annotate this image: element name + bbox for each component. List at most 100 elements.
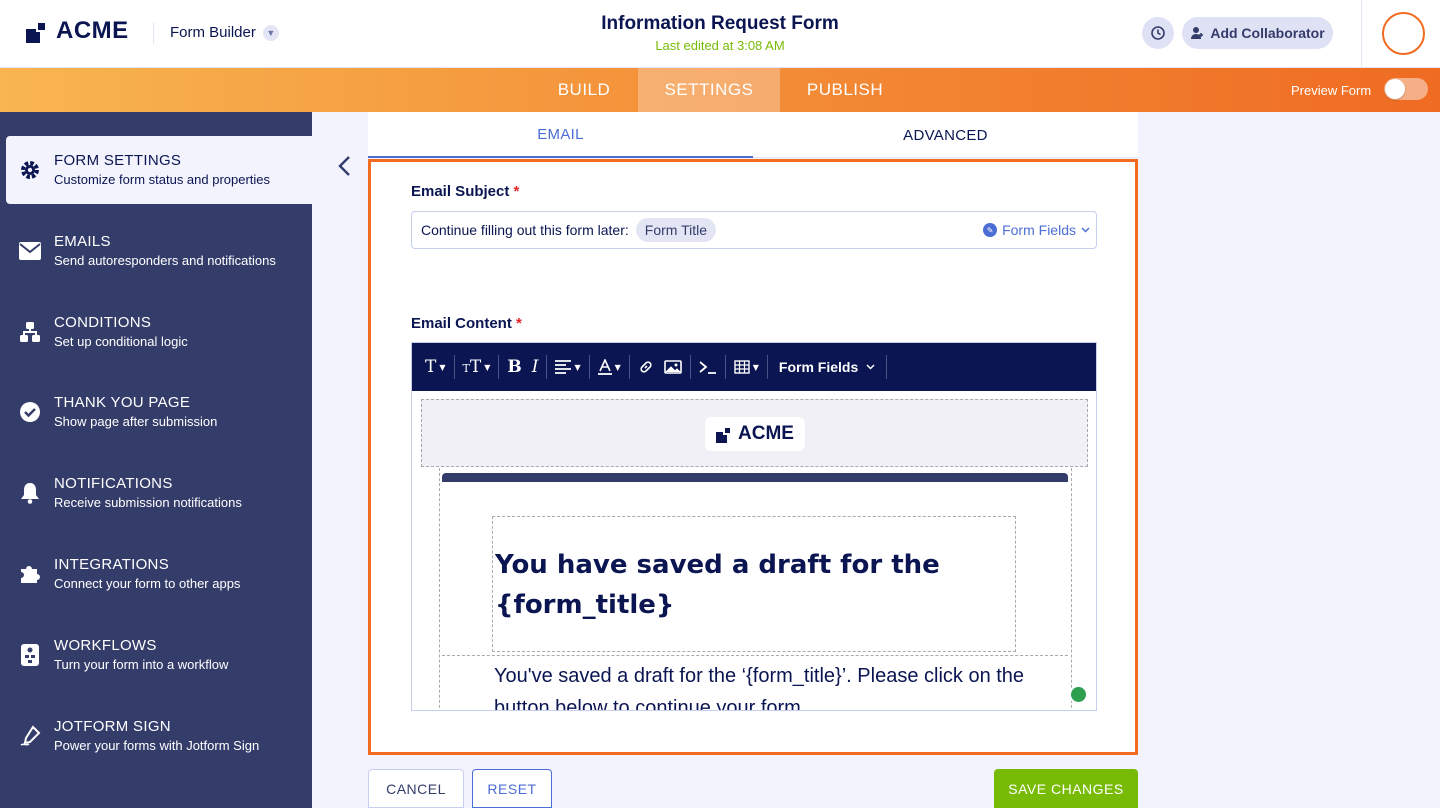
text-size-icon: TT [462, 357, 482, 377]
last-edited-status: Last edited at 3:08 AM [655, 38, 785, 53]
preview-form-toggle[interactable] [1384, 78, 1428, 100]
chevron-left-icon [338, 156, 350, 176]
collapse-sidebar-button[interactable] [330, 152, 358, 180]
sidebar-item-thank-you-page[interactable]: THANK YOU PAGE Show page after submissio… [6, 378, 312, 446]
gear-icon [18, 158, 42, 182]
chevron-down-icon [866, 364, 875, 370]
sidebar-item-notifications[interactable]: NOTIFICATIONS Receive submission notific… [6, 459, 312, 527]
form-title-tag[interactable]: Form Title [635, 218, 716, 242]
tab-settings[interactable]: SETTINGS [638, 68, 780, 112]
email-logo: ACME [705, 417, 805, 451]
pen-sign-icon [18, 724, 42, 748]
font-size-button[interactable]: TT ▼ [458, 343, 496, 391]
sidebar-item-subtitle: Power your forms with Jotform Sign [54, 738, 260, 753]
form-builder-dropdown[interactable]: Form Builder ▼ [170, 24, 279, 41]
tab-publish[interactable]: PUBLISH [780, 68, 910, 112]
italic-button[interactable]: I [527, 343, 544, 391]
form-fields-label: Form Fields [1002, 222, 1076, 238]
toolbar-separator [724, 355, 726, 379]
tab-build[interactable]: BUILD [530, 68, 638, 112]
sidebar-item-text: EMAILS Send autoresponders and notificat… [54, 233, 276, 268]
avatar[interactable] [1382, 12, 1425, 55]
sidebar-item-title: CONDITIONS [54, 314, 152, 331]
sidebar-item-text: WORKFLOWS Turn your form into a workflow [54, 637, 228, 672]
email-body-block[interactable]: You've saved a draft for the ‘{form_titl… [442, 655, 1068, 710]
align-left-icon [555, 360, 572, 374]
assistant-badge-icon[interactable] [1069, 685, 1088, 704]
add-collaborator-label: Add Collaborator [1210, 25, 1325, 41]
settings-sidebar: FORM SETTINGS Customize form status and … [0, 112, 312, 808]
source-code-button[interactable] [694, 343, 722, 391]
envelope-icon [18, 239, 42, 263]
insert-table-button[interactable]: ▼ [729, 343, 764, 391]
sidebar-item-subtitle: Show page after submission [54, 414, 218, 429]
email-subject-field[interactable]: Continue filling out this form later: Fo… [411, 211, 1097, 249]
link-icon [640, 361, 652, 373]
acme-logo[interactable]: ACME [26, 17, 129, 45]
puzzle-icon [18, 562, 42, 586]
sidebar-item-title: WORKFLOWS [54, 637, 157, 654]
form-fields-dropdown[interactable]: ✎ Form Fields [983, 222, 1090, 238]
email-content-label: Email Content * [411, 315, 522, 332]
email-heading-block[interactable]: You have saved a draft for the {form_tit… [492, 516, 1016, 652]
sidebar-item-jotform-sign[interactable]: JOTFORM SIGN Power your forms with Jotfo… [6, 702, 312, 770]
toolbar-separator [689, 355, 691, 379]
sidebar-item-text: THANK YOU PAGE Show page after submissio… [54, 394, 217, 429]
logo-mark-icon [716, 425, 734, 443]
sidebar-item-title: INTEGRATIONS [54, 556, 169, 573]
main-nav: BUILD SETTINGS PUBLISH Preview Form [0, 68, 1440, 112]
sidebar-item-subtitle: Turn your form into a workflow [54, 657, 229, 672]
terminal-icon [699, 361, 716, 374]
form-fields-menu[interactable]: Form Fields [771, 343, 883, 391]
insert-image-button[interactable] [659, 343, 687, 391]
workflow-icon [18, 643, 42, 667]
reset-button[interactable]: RESET [472, 769, 552, 808]
email-content-label-text: Email Content [411, 315, 512, 332]
sidebar-item-subtitle: Receive submission notifications [54, 495, 242, 510]
sidebar-item-integrations[interactable]: INTEGRATIONS Connect your form to other … [6, 540, 312, 608]
email-subject-label-text: Email Subject [411, 183, 510, 200]
insert-link-button[interactable] [633, 343, 659, 391]
sidebar-item-emails[interactable]: EMAILS Send autoresponders and notificat… [6, 217, 312, 285]
form-title[interactable]: Information Request Form [520, 13, 920, 35]
chevron-down-icon [1081, 227, 1090, 233]
email-settings-panel: Email Subject * Continue filling out thi… [368, 159, 1138, 755]
email-preview-canvas[interactable]: ACME You have saved a draft for the {for… [412, 391, 1096, 710]
sidebar-item-text: JOTFORM SIGN Power your forms with Jotfo… [54, 718, 259, 753]
cancel-button[interactable]: CANCEL [368, 769, 464, 808]
history-button[interactable] [1142, 17, 1174, 49]
toolbar-separator [628, 355, 630, 379]
image-icon [663, 360, 682, 374]
toolbar-separator [886, 355, 888, 379]
save-changes-button[interactable]: SAVE CHANGES [994, 769, 1138, 808]
sidebar-item-subtitle: Set up conditional logic [54, 334, 188, 349]
tab-advanced[interactable]: ADVANCED [753, 112, 1138, 158]
add-collaborator-button[interactable]: Add Collaborator [1182, 17, 1333, 49]
sidebar-item-title: EMAILS [54, 233, 111, 250]
sidebar-item-workflows[interactable]: WORKFLOWS Turn your form into a workflow [6, 621, 312, 689]
add-user-icon [1191, 27, 1204, 39]
bold-button[interactable]: B [502, 343, 526, 391]
email-subtabs: EMAIL ADVANCED [368, 112, 1138, 158]
email-logo-block[interactable]: ACME [421, 399, 1088, 467]
text-color-button[interactable]: ▼ [593, 343, 626, 391]
subject-text: Continue filling out this form later: [421, 222, 629, 238]
tab-email[interactable]: EMAIL [368, 112, 753, 158]
sidebar-item-title: JOTFORM SIGN [54, 718, 171, 735]
form-builder-label: Form Builder [170, 24, 256, 41]
email-logo-text: ACME [738, 423, 794, 444]
text-color-icon [597, 359, 612, 375]
bell-icon [18, 481, 42, 505]
form-fields-icon: ✎ [983, 223, 998, 237]
sidebar-item-subtitle: Customize form status and properties [54, 172, 271, 187]
align-button[interactable]: ▼ [550, 343, 585, 391]
font-family-button[interactable]: T ▼ [420, 343, 451, 391]
logo-mark-icon [26, 19, 50, 43]
top-bar: ACME Form Builder ▼ Information Request … [0, 0, 1440, 68]
editor-toolbar: T ▼ TT ▼ B I ▼ ▼ ▼ Form Fields [412, 343, 1096, 391]
sidebar-item-conditions[interactable]: CONDITIONS Set up conditional logic [6, 298, 312, 366]
email-header-strip [442, 473, 1068, 482]
sidebar-item-form-settings[interactable]: FORM SETTINGS Customize form status and … [6, 136, 312, 204]
email-heading: You have saved a draft for the {form_tit… [495, 550, 940, 620]
email-content-editor[interactable]: T ▼ TT ▼ B I ▼ ▼ ▼ Form Fields ACME You … [411, 342, 1097, 711]
